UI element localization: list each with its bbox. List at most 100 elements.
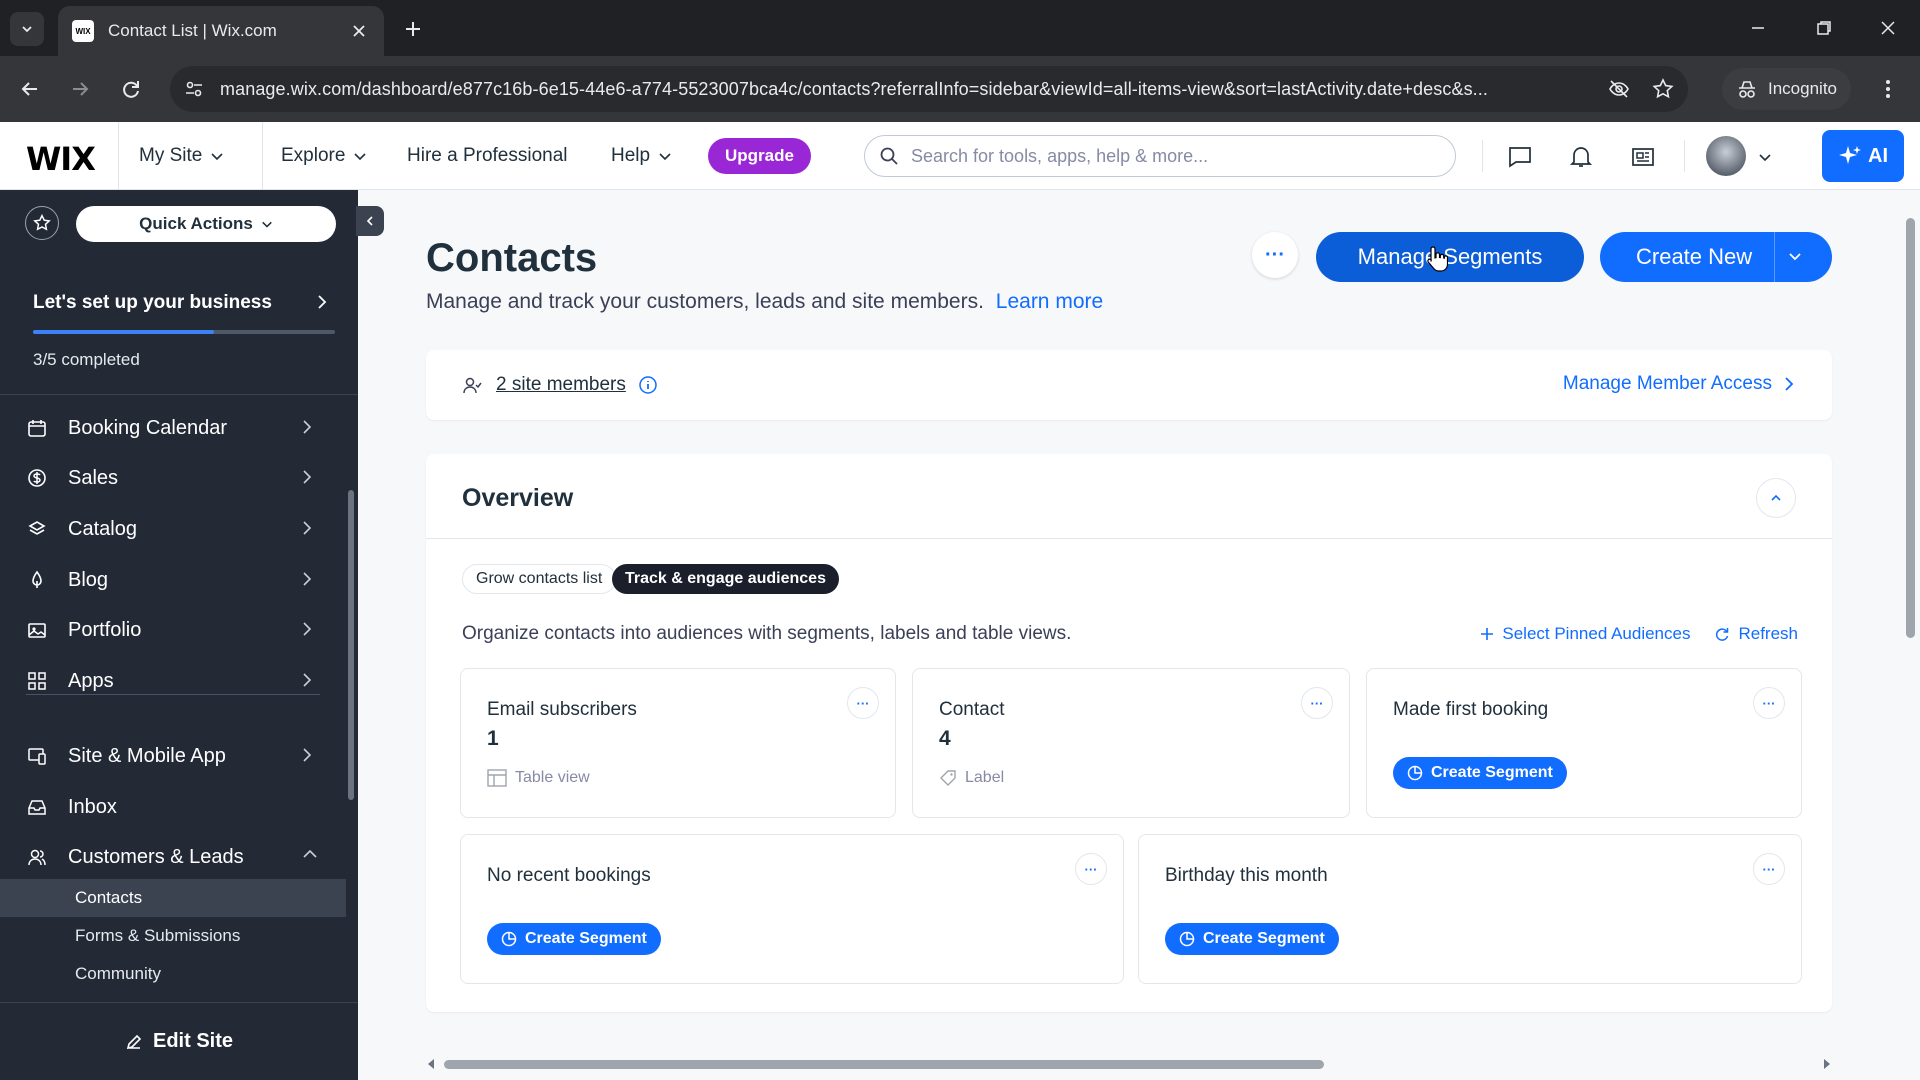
sidebar-item-catalog[interactable]: Catalog bbox=[0, 505, 340, 553]
wix-search-input[interactable] bbox=[911, 145, 1431, 167]
news-feed-icon[interactable] bbox=[1628, 142, 1658, 172]
refresh-link[interactable]: Refresh bbox=[1714, 624, 1798, 644]
new-tab-button[interactable] bbox=[398, 14, 428, 44]
segment-more-button[interactable]: ··· bbox=[1301, 687, 1333, 719]
browser-menu-icon[interactable] bbox=[1870, 71, 1906, 107]
segment-card-birthday-this-month[interactable]: Birthday this month Create Segment ··· bbox=[1138, 834, 1802, 984]
create-segment-button[interactable]: Create Segment bbox=[1393, 757, 1567, 789]
close-window-icon[interactable] bbox=[1868, 12, 1908, 44]
tab-close-icon[interactable] bbox=[348, 20, 370, 42]
tab-search-button[interactable] bbox=[10, 12, 44, 46]
create-segment-button[interactable]: Create Segment bbox=[1165, 923, 1339, 955]
sidebar-item-portfolio[interactable]: Portfolio bbox=[0, 606, 340, 654]
site-mobile-icon bbox=[26, 745, 48, 767]
minimize-icon[interactable] bbox=[1738, 12, 1778, 44]
sidebar-item-apps[interactable]: Apps bbox=[0, 657, 340, 705]
setup-business-title[interactable]: Let's set up your business bbox=[33, 292, 272, 314]
forward-arrow-icon[interactable] bbox=[62, 71, 98, 107]
vertical-scroll-thumb[interactable] bbox=[1906, 218, 1915, 638]
favorites-star-icon[interactable] bbox=[25, 206, 59, 240]
site-members-link[interactable]: 2 site members bbox=[496, 374, 626, 396]
my-site-dropdown[interactable]: My Site bbox=[118, 122, 263, 190]
sidebar-item-label: Inbox bbox=[68, 795, 117, 818]
sidebar-item-label: Blog bbox=[68, 568, 109, 591]
info-icon[interactable] bbox=[638, 375, 658, 395]
overview-separator bbox=[426, 538, 1832, 539]
help-dropdown[interactable]: Help bbox=[611, 122, 672, 190]
site-info-icon[interactable] bbox=[184, 79, 204, 99]
sidebar-subitem-forms-submissions[interactable]: Forms & Submissions bbox=[0, 917, 346, 955]
restore-icon[interactable] bbox=[1804, 12, 1844, 44]
manage-member-access-link[interactable]: Manage Member Access bbox=[1563, 373, 1794, 395]
segment-pie-icon bbox=[1407, 765, 1423, 781]
overview-card: Overview Grow contacts list Track & enga… bbox=[426, 454, 1832, 1012]
chevron-right-icon bbox=[302, 571, 312, 587]
tab-track-engage-audiences[interactable]: Track & engage audiences bbox=[612, 564, 839, 594]
sidebar-item-blog[interactable]: Blog bbox=[0, 556, 340, 604]
sidebar-item-inbox[interactable]: Inbox bbox=[0, 783, 340, 831]
browser-tab[interactable]: WIX Contact List | Wix.com bbox=[58, 6, 384, 56]
segment-card-email-subscribers[interactable]: Email subscribers 1 Table view ··· bbox=[460, 668, 896, 818]
chevron-right-icon[interactable] bbox=[316, 294, 328, 310]
more-actions-button[interactable]: ··· bbox=[1252, 232, 1298, 278]
sidebar-subitem-community[interactable]: Community bbox=[0, 955, 346, 993]
notifications-bell-icon[interactable] bbox=[1566, 142, 1596, 172]
refresh-label: Refresh bbox=[1738, 624, 1798, 643]
collapse-overview-button[interactable] bbox=[1756, 478, 1796, 518]
segment-card-no-recent-bookings[interactable]: No recent bookings Create Segment ··· bbox=[460, 834, 1124, 984]
chevron-down-icon[interactable] bbox=[1750, 142, 1780, 172]
wix-search-box[interactable] bbox=[864, 135, 1456, 177]
sidebar-item-booking-calendar[interactable]: Booking Calendar bbox=[0, 404, 340, 452]
reload-icon[interactable] bbox=[113, 71, 149, 107]
segment-count: 4 bbox=[939, 727, 951, 750]
chat-icon[interactable] bbox=[1505, 142, 1535, 172]
sidebar-item-sales[interactable]: Sales bbox=[0, 454, 340, 502]
upgrade-button[interactable]: Upgrade bbox=[708, 138, 811, 174]
segment-card-made-first-booking[interactable]: Made first booking Create Segment ··· bbox=[1366, 668, 1802, 818]
segment-more-button[interactable]: ··· bbox=[1753, 687, 1785, 719]
chevron-right-icon bbox=[1784, 376, 1794, 392]
main-content: Contacts Manage and track your customers… bbox=[358, 190, 1920, 1080]
segment-more-button[interactable]: ··· bbox=[1075, 853, 1107, 885]
members-icon bbox=[462, 375, 482, 395]
horizontal-scroll-thumb[interactable] bbox=[444, 1060, 1324, 1069]
segment-more-button[interactable]: ··· bbox=[847, 687, 879, 719]
scroll-right-icon[interactable] bbox=[1822, 1058, 1832, 1070]
manage-segments-button[interactable]: Manage Segments bbox=[1316, 232, 1584, 282]
page-title: Contacts bbox=[426, 236, 598, 280]
sidebar-item-label: Portfolio bbox=[68, 618, 142, 641]
segment-name: No recent bookings bbox=[487, 865, 651, 886]
scroll-left-icon[interactable] bbox=[426, 1058, 436, 1070]
sidebar-item-label: Sales bbox=[68, 466, 119, 489]
top-divider bbox=[1482, 140, 1483, 172]
edit-site-button[interactable]: Edit Site bbox=[0, 1002, 358, 1080]
sidebar-scrollbar[interactable] bbox=[348, 490, 354, 800]
sidebar-subitem-contacts[interactable]: Contacts bbox=[0, 879, 346, 917]
segment-more-button[interactable]: ··· bbox=[1753, 853, 1785, 885]
back-arrow-icon[interactable] bbox=[12, 71, 48, 107]
explore-dropdown[interactable]: Explore bbox=[281, 122, 367, 190]
user-avatar[interactable] bbox=[1706, 136, 1746, 176]
learn-more-link[interactable]: Learn more bbox=[996, 290, 1103, 313]
wix-logo[interactable]: WIX bbox=[26, 140, 96, 178]
hire-professional-link[interactable]: Hire a Professional bbox=[407, 122, 568, 190]
quick-actions-button[interactable]: Quick Actions bbox=[76, 206, 336, 242]
collapse-sidebar-button[interactable] bbox=[356, 206, 384, 236]
chevron-down-icon[interactable] bbox=[1786, 247, 1804, 265]
horizontal-scrollbar[interactable] bbox=[426, 1054, 1832, 1074]
tab-grow-contacts-list[interactable]: Grow contacts list bbox=[462, 564, 617, 594]
incognito-indicator[interactable]: Incognito bbox=[1722, 68, 1851, 110]
wix-top-bar: WIX My Site Explore Hire a Professional … bbox=[0, 122, 1920, 190]
select-pinned-audiences-link[interactable]: Select Pinned Audiences bbox=[1480, 624, 1690, 644]
sidebar-item-customers-leads[interactable]: Customers & Leads bbox=[0, 833, 340, 881]
ai-assistant-button[interactable]: AI bbox=[1822, 130, 1904, 182]
eye-off-icon[interactable] bbox=[1608, 78, 1630, 100]
create-segment-button[interactable]: Create Segment bbox=[487, 923, 661, 955]
bookmark-star-icon[interactable] bbox=[1652, 78, 1674, 100]
sidebar-item-site-mobile-app[interactable]: Site & Mobile App bbox=[0, 732, 340, 780]
create-new-button[interactable]: Create New bbox=[1600, 232, 1832, 282]
overview-description: Organize contacts into audiences with se… bbox=[462, 623, 1072, 644]
plus-icon bbox=[1480, 627, 1494, 641]
address-bar[interactable]: manage.wix.com/dashboard/e877c16b-6e15-4… bbox=[170, 66, 1688, 112]
segment-card-contact[interactable]: Contact 4 Label ··· bbox=[912, 668, 1350, 818]
